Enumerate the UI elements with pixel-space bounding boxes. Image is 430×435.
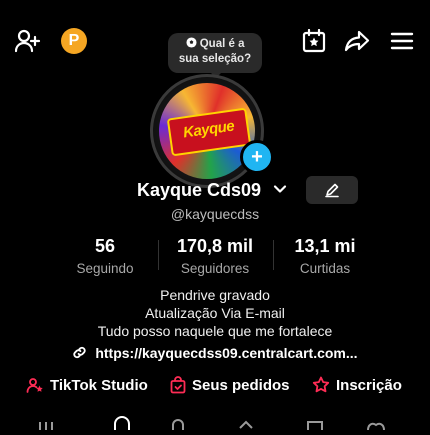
stat-likes-value: 13,1 mi — [294, 236, 356, 256]
stat-following-label: Seguindo — [76, 261, 134, 276]
link-icon — [72, 345, 95, 361]
orders-label: Seus pedidos — [192, 376, 290, 394]
menu-icon[interactable] — [388, 27, 416, 55]
stat-divider — [158, 240, 159, 270]
heart-tab-icon — [367, 422, 385, 431]
grid-tab-icon — [39, 422, 53, 430]
soccer-ball-icon — [185, 37, 200, 50]
coin-letter: P — [68, 32, 80, 49]
profile-name: Kayque Cds09 — [137, 180, 262, 200]
bubble-line2: sua seleção? — [178, 53, 252, 65]
avatar-image: Kayque — [159, 83, 255, 179]
coin-icon[interactable]: P — [61, 28, 87, 54]
pencil-icon — [325, 183, 339, 198]
avatar-logo: Kayque — [166, 107, 252, 157]
shopping-bag-icon — [170, 376, 186, 394]
bio-link-text: https://kayquecdss09.centralcart.com... — [95, 345, 358, 361]
repost-tab-icon — [239, 420, 253, 429]
subscription-button[interactable]: Inscrição — [312, 376, 402, 394]
tiktok-studio-button[interactable]: TikTok Studio — [26, 376, 148, 394]
chevron-down-icon[interactable] — [273, 182, 287, 201]
selection-prompt-bubble[interactable]: Qual é a sua seleção? — [168, 33, 262, 73]
orders-button[interactable]: Seus pedidos — [170, 376, 290, 394]
add-story-plus-icon[interactable]: + — [240, 140, 274, 174]
bio-line: Atualização Via E-mail — [145, 305, 285, 321]
subscription-label: Inscrição — [336, 376, 402, 394]
stat-followers-value: 170,8 mil — [176, 236, 254, 256]
lock-tab-icon — [172, 419, 184, 430]
stat-following[interactable]: 56 Seguindo — [62, 236, 148, 276]
share-icon[interactable] — [343, 27, 371, 55]
stat-followers[interactable]: 170,8 mil Seguidores — [164, 236, 266, 276]
bio-line: Pendrive gravado — [160, 287, 270, 303]
stat-followers-label: Seguidores — [180, 261, 250, 276]
star-badge-icon — [312, 376, 330, 393]
calendar-star-icon[interactable] — [300, 27, 328, 55]
studio-icon — [26, 378, 43, 393]
bio-link[interactable]: https://kayquecdss09.centralcart.com... — [0, 345, 430, 361]
bubble-line1: Qual é a — [199, 38, 245, 50]
stat-following-value: 56 — [94, 236, 116, 256]
stat-likes[interactable]: 13,1 mi Curtidas — [280, 236, 370, 276]
stat-likes-label: Curtidas — [299, 261, 351, 276]
profile-handle: @kayquecdss — [170, 206, 260, 222]
content-tabs — [0, 416, 430, 431]
shop-tab-icon — [114, 416, 130, 430]
tiktok-studio-label: TikTok Studio — [50, 376, 148, 394]
edit-profile-button[interactable] — [306, 176, 358, 204]
bookmark-tab-icon — [307, 421, 323, 430]
stat-divider — [273, 240, 274, 270]
avatar-logo-text: Kayque — [182, 117, 236, 142]
bio-line: Tudo posso naquele que me fortalece — [97, 323, 333, 339]
add-user-icon[interactable] — [14, 27, 42, 55]
